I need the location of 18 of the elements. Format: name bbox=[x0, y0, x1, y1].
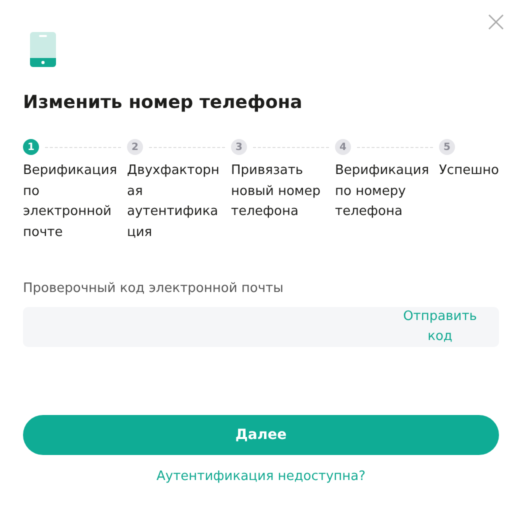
next-button[interactable]: Далее bbox=[23, 415, 499, 455]
step-label: Верификация по электронной почте bbox=[23, 162, 118, 242]
step-number: 5 bbox=[439, 139, 455, 155]
step-number: 4 bbox=[335, 139, 351, 155]
close-icon[interactable] bbox=[488, 14, 504, 30]
field-label: Проверочный код электронной почты bbox=[23, 281, 284, 296]
step-number: 2 bbox=[127, 139, 143, 155]
step-number: 1 bbox=[23, 139, 39, 155]
step-label: Верификация по номеру телефона bbox=[335, 162, 430, 221]
step-label: Привязать новый номер телефона bbox=[231, 162, 322, 221]
step-label: Двухфакторная аутентификация bbox=[127, 162, 220, 242]
code-field[interactable]: Отправить код bbox=[23, 307, 499, 347]
phone-icon bbox=[30, 32, 56, 67]
step-label: Успешно bbox=[439, 162, 500, 180]
dialog-title: Изменить номер телефона bbox=[23, 91, 304, 115]
help-link[interactable]: Аутентификация недоступна? bbox=[156, 469, 366, 484]
send-code-link[interactable]: Отправить код bbox=[395, 307, 485, 347]
step-number: 3 bbox=[231, 139, 247, 155]
